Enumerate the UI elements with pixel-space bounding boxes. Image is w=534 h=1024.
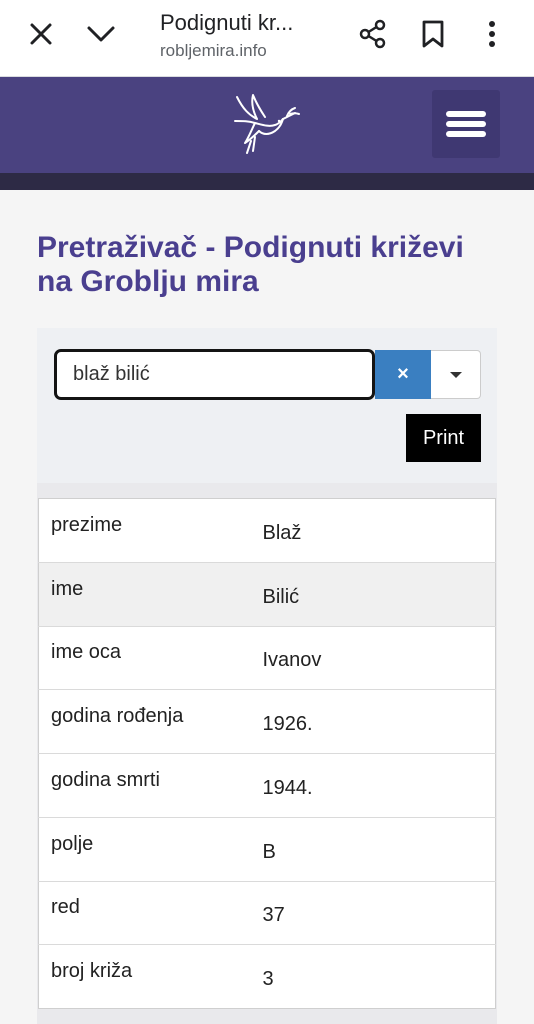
page-title: Pretraživač - Podignuti križevi na Grobl… xyxy=(37,231,464,298)
share-icon xyxy=(359,19,386,49)
field-value: Bilić xyxy=(250,561,496,626)
page-title-area[interactable]: Podignuti kr... robljemira.info xyxy=(160,9,340,63)
search-panel: blaž bilić × Print xyxy=(37,328,497,483)
bookmark-button[interactable] xyxy=(413,14,453,54)
field-label: godina smrti xyxy=(38,753,251,818)
search-dropdown-button[interactable] xyxy=(431,350,481,399)
table-row: godina rođenja 1926. xyxy=(38,689,496,754)
field-value: 3 xyxy=(250,944,496,1009)
more-vert-icon xyxy=(489,21,495,47)
field-value: 1944. xyxy=(250,753,496,818)
table-row: broj križa 3 xyxy=(38,944,496,1009)
close-icon xyxy=(30,23,52,45)
field-value: 1926. xyxy=(250,689,496,754)
dove-logo[interactable] xyxy=(229,91,301,157)
table-row: red 37 xyxy=(38,880,496,945)
tab-title: Podignuti kr... xyxy=(160,10,294,35)
field-value: Ivanov xyxy=(250,625,496,690)
table-row: godina smrti 1944. xyxy=(38,753,496,818)
field-value: Blaž xyxy=(262,521,302,544)
menu-button[interactable] xyxy=(432,90,500,158)
share-button[interactable] xyxy=(353,14,393,54)
more-options-button[interactable] xyxy=(472,14,512,54)
field-label: red xyxy=(38,880,251,945)
search-input[interactable]: blaž bilić xyxy=(54,349,375,400)
clear-search-button[interactable]: × xyxy=(375,350,431,399)
field-label: godina rođenja xyxy=(38,689,251,754)
table-row: ime Bilić xyxy=(38,561,496,626)
table-row: prezime Blaž xyxy=(39,499,496,563)
field-label: broj križa xyxy=(38,944,251,1009)
chevron-down-icon xyxy=(87,26,115,42)
tab-url: robljemira.info xyxy=(160,41,267,60)
table-row: ime oca Ivanov xyxy=(38,625,496,690)
field-label: prezime xyxy=(51,513,123,536)
table-row: polje B xyxy=(38,816,496,881)
field-value: B xyxy=(250,816,496,881)
field-label: ime xyxy=(38,561,251,626)
bookmark-icon xyxy=(422,20,444,48)
record-table: prezime Blaž ime Bilić ime oca Ivanov go… xyxy=(38,498,496,1009)
field-label: ime oca xyxy=(38,625,251,690)
site-header xyxy=(0,77,534,190)
browser-toolbar: Podignuti kr... robljemira.info xyxy=(0,0,534,77)
caret-down-icon xyxy=(449,371,462,378)
close-tab-button[interactable] xyxy=(21,14,61,54)
field-label: polje xyxy=(38,816,251,881)
print-button[interactable]: Print xyxy=(406,414,481,462)
field-value: 37 xyxy=(250,880,496,945)
header-divider xyxy=(0,173,534,190)
collapse-button[interactable] xyxy=(81,14,121,54)
hamburger-menu-icon xyxy=(446,107,486,141)
clear-icon: × xyxy=(397,363,409,385)
results-panel: prezime Blaž ime Bilić ime oca Ivanov go… xyxy=(37,483,497,1024)
